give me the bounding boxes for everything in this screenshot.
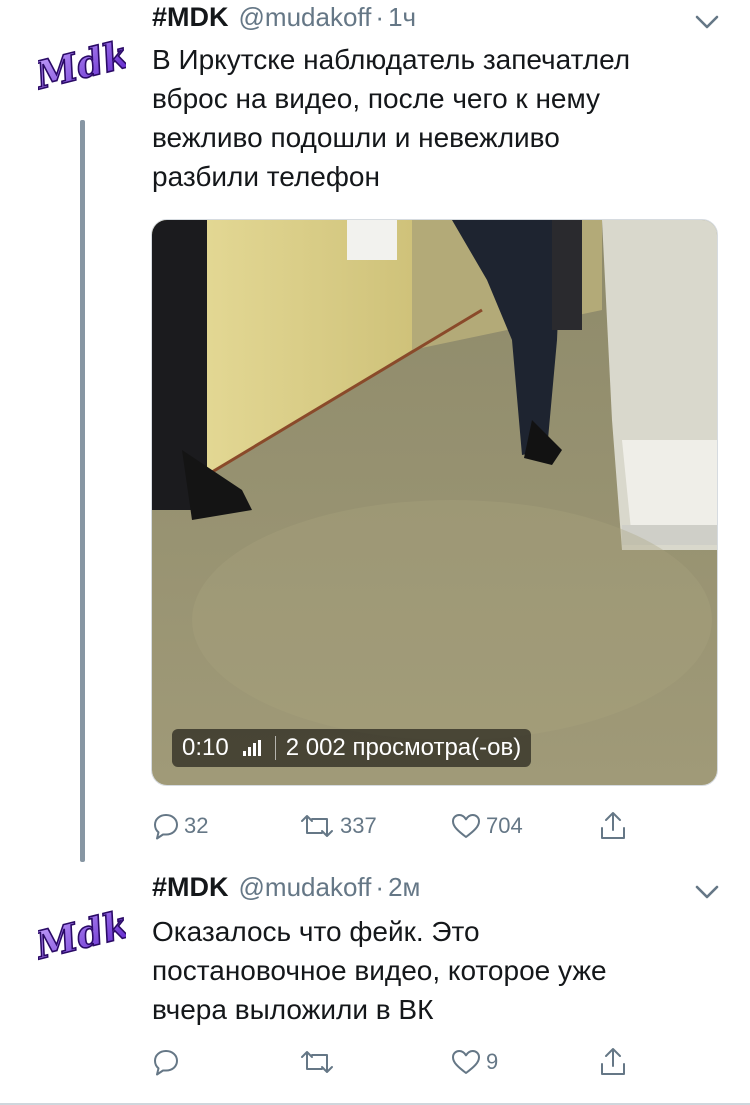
reply-count: 32 — [184, 813, 209, 838]
retweet-count: 337 — [340, 813, 377, 838]
tweet-text-line: вчера выложили в ВК — [152, 994, 434, 1025]
user-handle[interactable]: @mudakoff — [239, 872, 372, 903]
tweet-text-line: вброс на видео, после чего к нему — [152, 83, 601, 114]
avatar[interactable]: Mdk — [38, 20, 126, 108]
like-button[interactable]: 9 — [450, 1042, 498, 1082]
tweet-actions: 9 — [152, 1042, 652, 1082]
share-button[interactable] — [598, 1042, 628, 1082]
tweet-text: В Иркутске наблюдатель запечатлел вброс … — [152, 40, 722, 196]
tweet-text-line: постановочное видео, которое уже — [152, 955, 607, 986]
reply-button[interactable] — [152, 1042, 184, 1082]
tweet-text-line: разбили телефон — [152, 161, 380, 192]
share-button[interactable] — [598, 806, 628, 846]
video-frame — [152, 220, 717, 785]
separator-dot: · — [375, 872, 385, 902]
display-name[interactable]: #MDK — [152, 2, 229, 33]
video-views: 2 002 просмотра(-ов) — [285, 734, 522, 761]
tweet-header: #MDK @mudakoff · 1ч — [152, 2, 416, 38]
user-handle[interactable]: @mudakoff — [239, 2, 372, 33]
tweet[interactable]: Mdk #MDK @mudakoff · 1ч В Иркутске наблю… — [0, 0, 750, 866]
reply-icon — [154, 1050, 178, 1076]
mdk-logo-icon: Mdk — [38, 30, 126, 99]
tweet-text-line: Оказалось что фейк. Это — [152, 916, 480, 947]
thread-line — [80, 120, 85, 862]
chevron-down-icon[interactable] — [694, 882, 720, 902]
tweet-actions: 32 337 704 — [152, 806, 652, 846]
timestamp[interactable]: 1ч — [388, 2, 416, 33]
like-icon — [452, 814, 480, 838]
timestamp[interactable]: 2м — [388, 872, 420, 903]
retweet-icon — [301, 1051, 333, 1073]
svg-text:Mdk: Mdk — [38, 31, 126, 98]
tweet-text-line: вежливо подошли и невежливо — [152, 122, 560, 153]
badge-divider — [274, 736, 276, 760]
like-count: 9 — [486, 1049, 499, 1074]
svg-text:Mdk: Mdk — [38, 901, 126, 968]
avatar[interactable]: Mdk — [38, 890, 126, 978]
video-info-badge: 0:10 2 002 просмотра(-ов) — [172, 729, 532, 767]
views-bars-icon — [242, 740, 261, 756]
mdk-logo-icon: Mdk — [38, 900, 126, 969]
like-icon — [452, 1050, 480, 1074]
like-count: 704 — [486, 813, 523, 838]
retweet-icon — [301, 815, 333, 837]
video-player[interactable]: 0:10 2 002 просмотра(-ов) — [151, 219, 718, 786]
retweet-button[interactable]: 337 — [298, 806, 377, 846]
tweet-text-line: В Иркутске наблюдатель запечатлел — [152, 44, 631, 75]
share-icon — [601, 1048, 625, 1075]
display-name[interactable]: #MDK — [152, 872, 229, 903]
separator-dot: · — [375, 2, 385, 32]
like-button[interactable]: 704 — [450, 806, 523, 846]
chevron-down-icon[interactable] — [694, 12, 720, 32]
video-duration: 0:10 — [182, 734, 229, 761]
share-icon — [601, 812, 625, 839]
reply-icon — [154, 814, 178, 840]
tweet[interactable]: Mdk #MDK @mudakoff · 2м Оказалось что фе… — [0, 866, 750, 1105]
reply-button[interactable]: 32 — [152, 806, 208, 846]
tweet-text: Оказалось что фейк. Это постановочное ви… — [152, 912, 722, 1029]
tweet-header: #MDK @mudakoff · 2м — [152, 872, 420, 908]
retweet-button[interactable] — [298, 1042, 340, 1082]
